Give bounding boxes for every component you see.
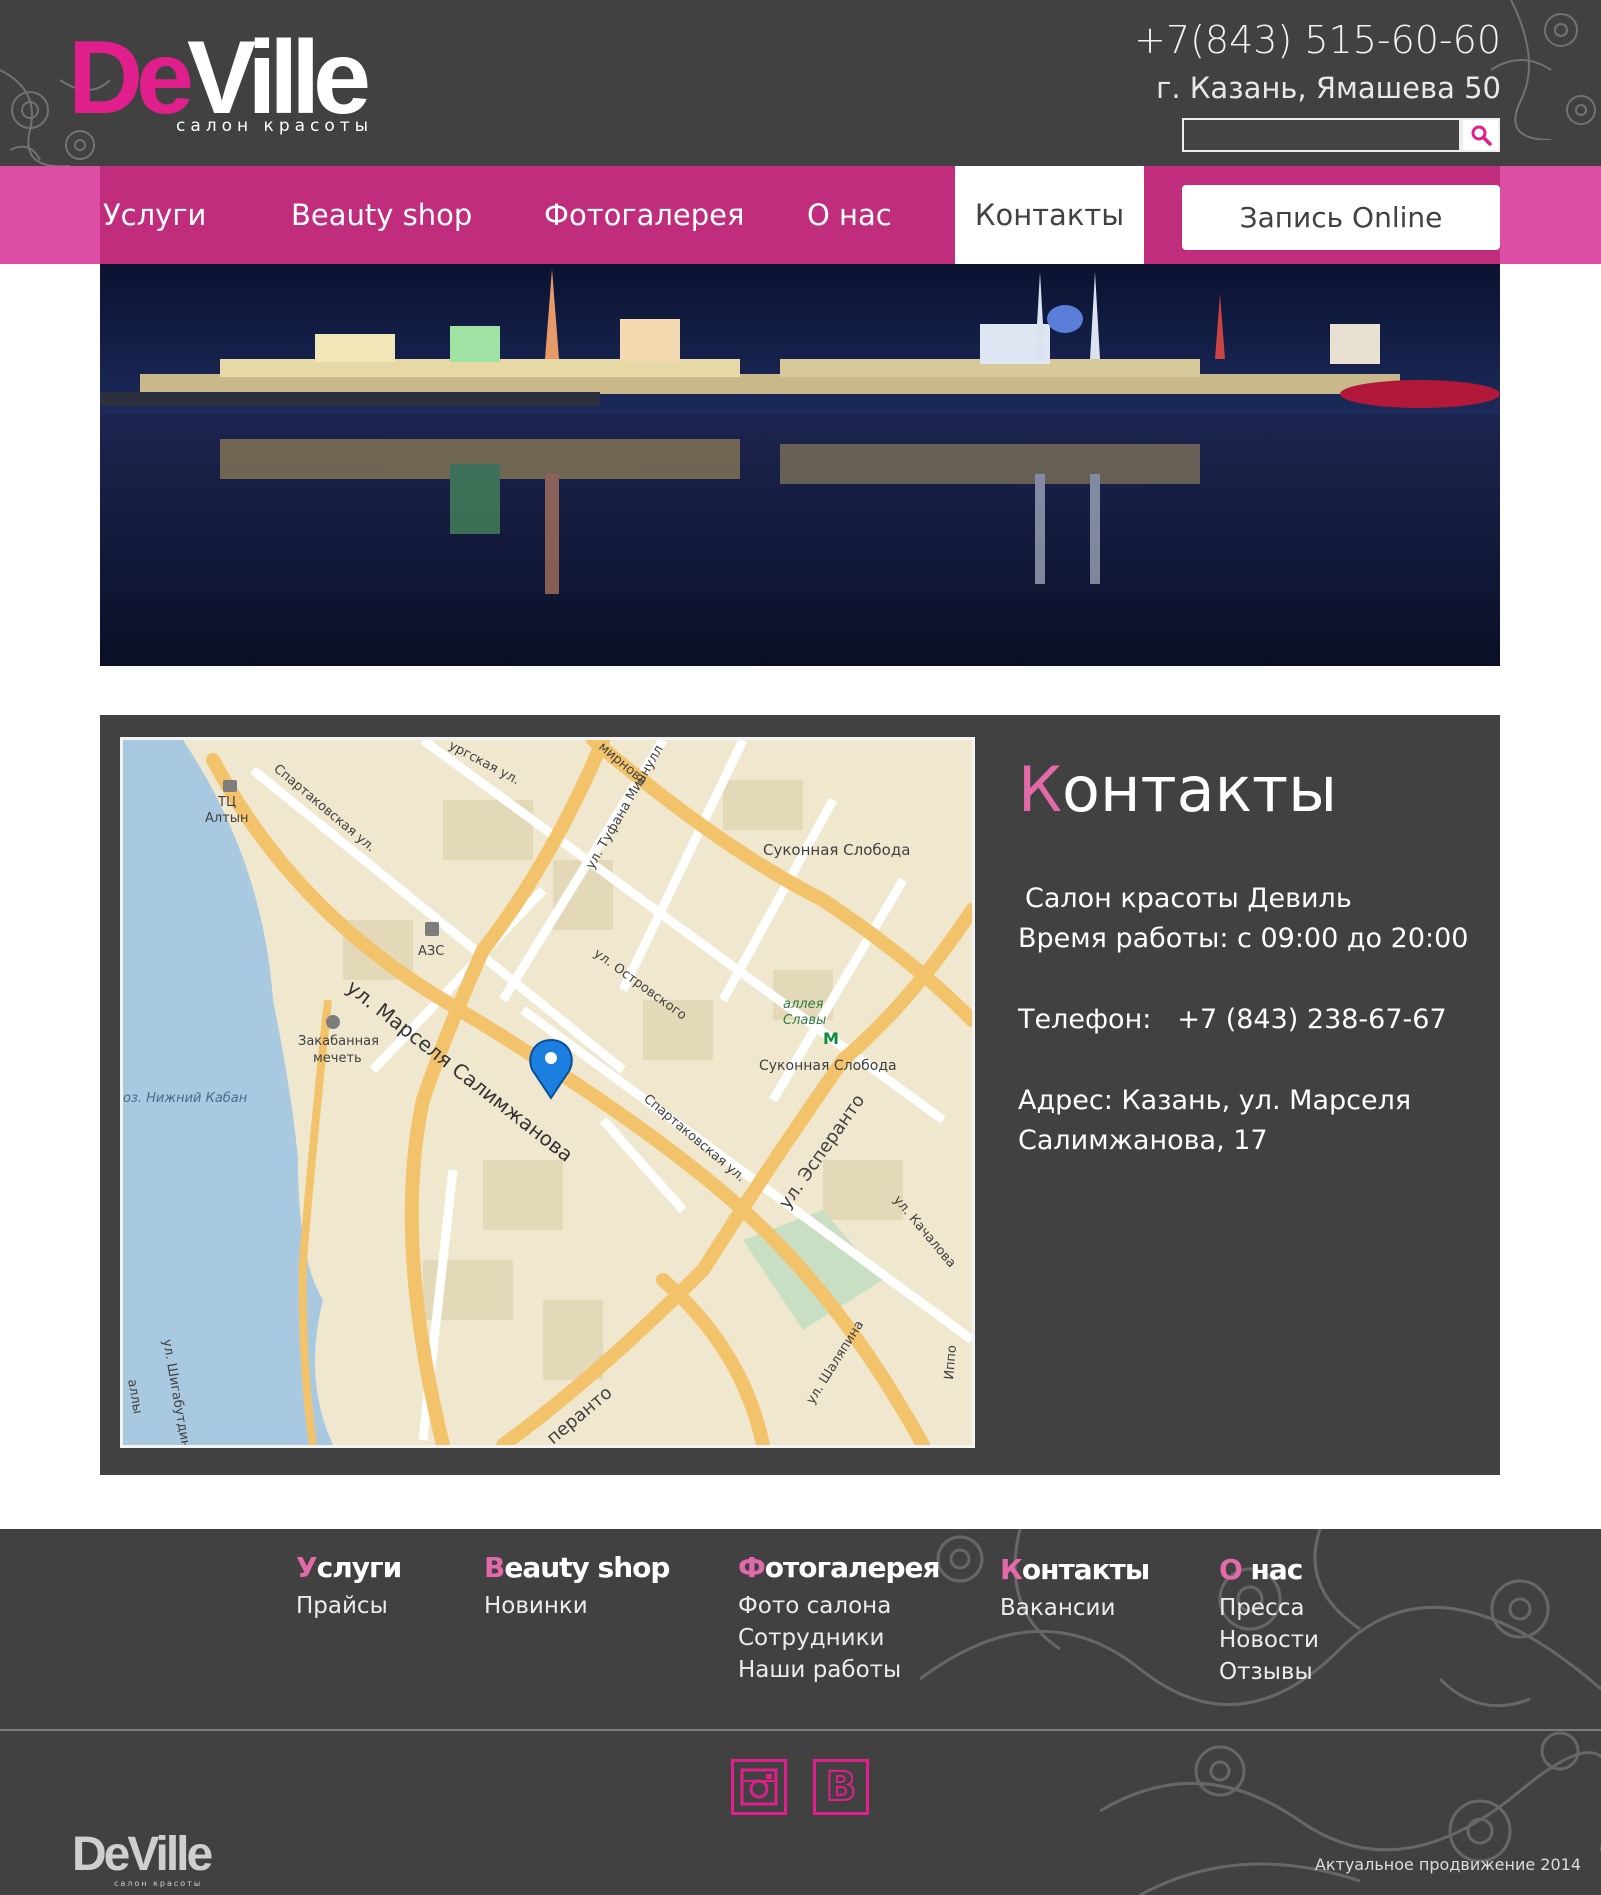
footer-heading[interactable]: Контакты [1000, 1553, 1150, 1586]
nav-item-services[interactable]: Услуги [103, 166, 206, 264]
nav-item-gallery[interactable]: Фотогалерея [544, 166, 744, 264]
logo-wordmark: DeVille [68, 20, 371, 136]
kremlin-night-image [100, 264, 1500, 666]
online-booking-button[interactable]: Запись Online [1182, 185, 1500, 250]
map-label: мечеть [313, 1051, 362, 1066]
header-phone: +7(843) 515-60-60 [1134, 18, 1501, 62]
contacts-panel: ТЦ Алтын Спартаковская ул. ургская ул. м… [100, 715, 1500, 1475]
footer-heading[interactable]: Фотогалерея [738, 1551, 941, 1584]
hero-image [100, 264, 1500, 666]
address-line-2: Салимжанова, 17 [1018, 1125, 1268, 1156]
map-label: Суконная Слобода [763, 841, 910, 859]
vk-button[interactable]: B [813, 1759, 869, 1815]
footer-col-beauty-shop: Beauty shop Новинки [484, 1551, 670, 1622]
instagram-button[interactable] [731, 1759, 787, 1815]
map-label: Алтын [205, 811, 249, 826]
phone-label: Телефон: [1018, 1004, 1152, 1035]
footer-link[interactable]: Пресса [1219, 1592, 1319, 1624]
footer-links: Услуги Прайсы Beauty shop Новинки Фотога… [0, 1529, 1601, 1729]
footer-col-services: Услуги Прайсы [296, 1551, 402, 1622]
map-label: аллея [783, 997, 824, 1012]
floral-ornament [1491, 0, 1596, 140]
footer-bottom: B DeVille салон красоты Актуальное продв… [0, 1731, 1601, 1895]
metro-icon: М [823, 1029, 839, 1048]
logo[interactable]: DeVille салон красоты [68, 26, 398, 138]
footer-link[interactable]: Новинки [484, 1590, 669, 1622]
contacts-title: Контакты [1018, 753, 1338, 826]
search-button[interactable] [1461, 118, 1500, 152]
footer-col-gallery: Фотогалерея Фото салона Сотрудники Наши … [738, 1551, 941, 1686]
instagram-icon [740, 1768, 778, 1806]
map-label: Иппо [942, 1344, 960, 1380]
vk-icon: B [825, 1763, 857, 1811]
search-input[interactable] [1182, 118, 1461, 152]
gas-station-icon [425, 922, 439, 936]
logo-subtitle: салон красоты [176, 116, 374, 136]
footer-col-contacts: Контакты Вакансии [1000, 1553, 1150, 1624]
contact-phone: Телефон: +7 (843) 238-67-67 [1018, 1004, 1447, 1035]
salon-name: Салон красоты Девиль [1025, 883, 1352, 914]
map-label: оз. Нижний Кабан [123, 1091, 248, 1106]
footer-logo-subtitle: салон красоты [114, 1879, 203, 1888]
phone-value[interactable]: +7 (843) 238-67-67 [1177, 1004, 1446, 1035]
footer-link[interactable]: Наши работы [738, 1654, 940, 1686]
footer-heading[interactable]: О нас [1219, 1553, 1319, 1586]
mosque-icon [326, 1015, 340, 1029]
copyright: Актуальное продвижение 2014 [1314, 1855, 1581, 1874]
nav-item-about[interactable]: О нас [807, 166, 892, 264]
footer-col-about: О нас Пресса Новости Отзывы [1219, 1553, 1319, 1688]
nav-item-contacts[interactable]: Контакты [955, 166, 1144, 264]
footer-link[interactable]: Сотрудники [738, 1622, 940, 1654]
footer-link[interactable]: Отзывы [1219, 1656, 1319, 1688]
header-address: г. Казань, Ямашева 50 [1156, 71, 1501, 105]
footer-logo-wordmark: DeVille [72, 1828, 213, 1881]
shopping-bag-icon [223, 780, 237, 792]
footer-link[interactable]: Новости [1219, 1624, 1319, 1656]
map-canvas: ТЦ Алтын Спартаковская ул. ургская ул. м… [123, 740, 972, 1445]
footer-heading[interactable]: Beauty shop [484, 1551, 670, 1584]
nav-item-beauty-shop[interactable]: Beauty shop [291, 166, 472, 264]
footer-logo[interactable]: DeVille салон красоты [72, 1828, 213, 1889]
map-label: Закабанная [298, 1034, 379, 1049]
address-line-1: Адрес: Казань, ул. Марселя [1018, 1085, 1412, 1116]
header: DeVille салон красоты +7(843) 515-60-60 … [0, 0, 1601, 166]
map[interactable]: ТЦ Алтын Спартаковская ул. ургская ул. м… [120, 737, 975, 1448]
map-label: АЗС [418, 944, 444, 959]
map-label: ТЦ [217, 795, 236, 810]
footer-heading[interactable]: Услуги [296, 1551, 402, 1584]
map-label: Славы [783, 1013, 826, 1028]
working-hours: Время работы: с 09:00 до 20:00 [1018, 923, 1469, 954]
footer-link[interactable]: Фото салона [738, 1590, 940, 1622]
footer-link[interactable]: Вакансии [1000, 1592, 1149, 1624]
footer-link[interactable]: Прайсы [296, 1590, 401, 1622]
search-icon [1471, 125, 1492, 146]
map-label: Суконная Слобода [759, 1058, 897, 1074]
